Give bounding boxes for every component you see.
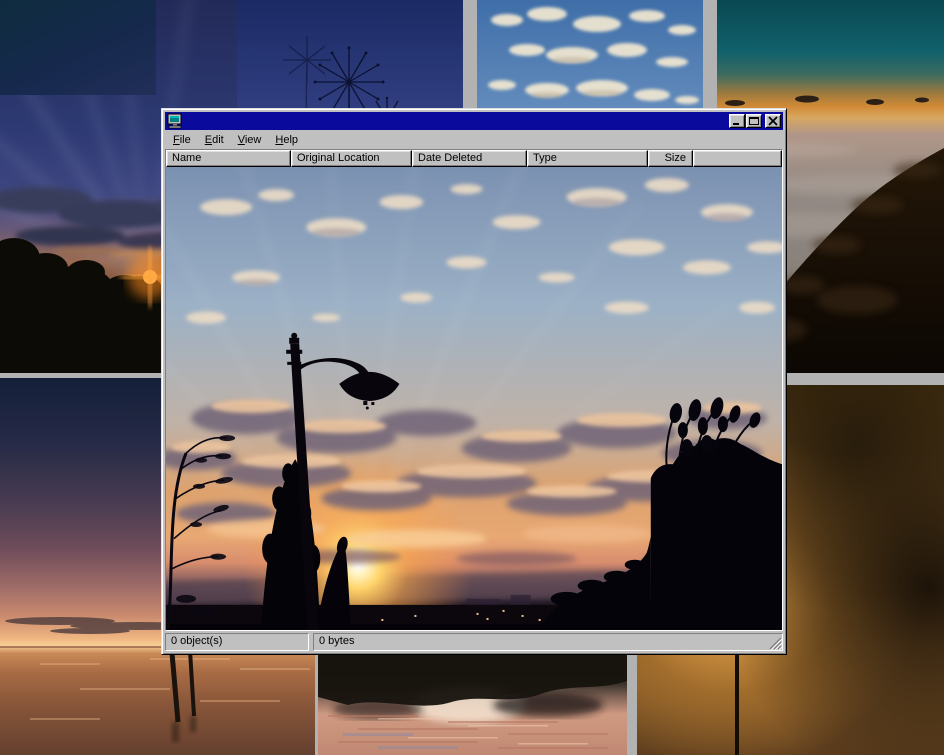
menu-help[interactable]: Help	[268, 132, 305, 148]
maximize-icon	[748, 116, 760, 126]
dark-corner-photo	[0, 0, 156, 95]
file-list-area[interactable]: Name Original Location Date Deleted Type…	[165, 149, 783, 631]
column-header-type[interactable]: Type	[527, 150, 648, 167]
column-header-name[interactable]: Name	[166, 150, 291, 167]
column-header-date-deleted[interactable]: Date Deleted	[412, 150, 527, 167]
pink-water-reflection-photo	[318, 653, 627, 755]
column-header-original-location[interactable]: Original Location	[291, 150, 412, 167]
column-header-blank[interactable]	[693, 150, 782, 167]
status-bar: 0 object(s) 0 bytes	[165, 633, 783, 651]
menu-edit[interactable]: Edit	[198, 132, 231, 148]
close-icon	[767, 116, 779, 126]
window-titlebar[interactable]	[165, 112, 783, 130]
resize-grip[interactable]	[769, 637, 782, 650]
menu-bar: File Edit View Help	[165, 130, 783, 149]
menu-view[interactable]: View	[231, 132, 269, 148]
blurred-pole-silhouette	[735, 638, 739, 755]
close-button[interactable]	[765, 114, 781, 128]
status-bytes: 0 bytes	[313, 633, 783, 651]
column-header-size[interactable]: Size	[648, 150, 693, 167]
status-object-count: 0 object(s)	[165, 633, 309, 651]
recycle-bin-window: File Edit View Help Name Original Locati…	[161, 108, 787, 655]
minimize-icon	[731, 116, 743, 126]
street-lamp-sunset-photo	[166, 167, 782, 630]
minimize-button[interactable]	[729, 114, 745, 128]
computer-icon[interactable]	[167, 113, 183, 129]
menu-file[interactable]: File	[166, 132, 198, 148]
column-header-row: Name Original Location Date Deleted Type…	[166, 150, 782, 167]
maximize-button[interactable]	[746, 114, 762, 128]
